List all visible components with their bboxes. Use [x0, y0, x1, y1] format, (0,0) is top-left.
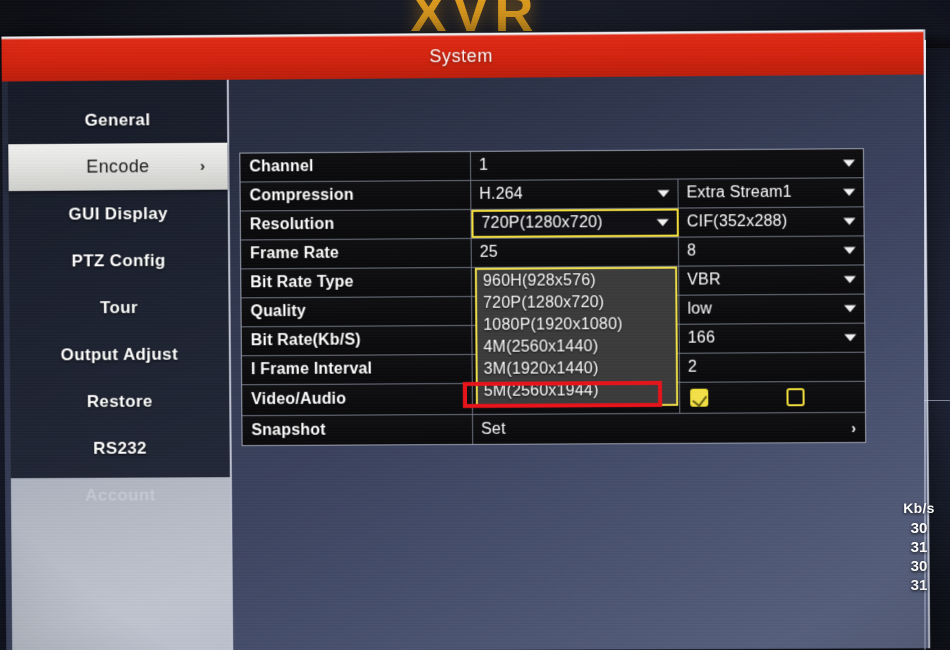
row-label: I Frame Interval — [241, 354, 473, 385]
chevron-down-icon — [844, 334, 857, 342]
system-dialog: System General Encode › GUI Display PTZ … — [1, 29, 931, 650]
chevron-down-icon — [843, 188, 856, 196]
i-frame-interval-extra-input[interactable]: 2 — [680, 353, 865, 382]
frame-rate-extra-select[interactable]: 8 — [679, 236, 864, 265]
dropdown-option-4m[interactable]: 4M(2560x1440) — [477, 336, 675, 359]
resolution-main-value: 720P(1280x720) — [481, 214, 603, 232]
quality-extra-value: low — [687, 300, 713, 318]
row-label: Frame Rate — [240, 238, 472, 269]
dialog-body: General Encode › GUI Display PTZ Config … — [1, 74, 929, 650]
dropdown-option-960h[interactable]: 960H(928x576) — [477, 270, 675, 293]
resolution-dropdown-list[interactable]: 960H(928x576) 720P(1280x720) 1080P(1920x… — [474, 266, 679, 407]
resolution-main-select[interactable]: 720P(1280x720) — [471, 208, 679, 238]
channel-select[interactable]: 1 — [471, 149, 863, 180]
snapshot-set-button[interactable]: Set › — [473, 413, 865, 444]
chevron-down-icon — [844, 305, 857, 313]
sidebar-item-label: General — [84, 109, 151, 130]
extra-stream-value: Extra Stream1 — [686, 183, 792, 202]
sidebar-item-label: PTZ Config — [71, 250, 166, 270]
quality-extra-select[interactable]: low — [679, 295, 864, 324]
sidebar-item-label: GUI Display — [68, 203, 168, 224]
bit-rate-extra-select[interactable]: 166 — [680, 324, 865, 353]
row-label: Bit Rate(Kb/S) — [241, 325, 473, 356]
frame-rate-extra-value: 8 — [686, 242, 697, 260]
chevron-down-icon — [843, 276, 856, 284]
video-audio-extra-cell — [680, 382, 865, 413]
sidebar-item-label: Encode — [86, 156, 150, 177]
row-label: Video/Audio — [242, 383, 473, 416]
sidebar-item-encode[interactable]: Encode › — [8, 142, 228, 192]
dropdown-option-720p[interactable]: 720P(1280x720) — [477, 292, 675, 315]
sidebar-item-general[interactable]: General — [8, 96, 227, 144]
sidebar-item-label: Tour — [99, 297, 138, 317]
checkbox-extra-audio[interactable] — [786, 388, 805, 407]
bit-rate-extra-value: 166 — [687, 329, 716, 347]
channel-value: 1 — [478, 156, 489, 174]
page-title: System — [429, 45, 494, 67]
bitrate-value: 31 — [910, 539, 928, 556]
i-frame-interval-extra-value: 2 — [687, 358, 698, 376]
compression-main-value: H.264 — [479, 185, 524, 203]
bitrate-value: 31 — [910, 577, 928, 594]
checkbox-extra-video[interactable] — [690, 388, 709, 407]
table-row-channel: Channel 1 — [240, 149, 864, 183]
sidebar-empty-area — [10, 477, 232, 650]
table-row-snapshot: Snapshot Set › — [242, 412, 866, 446]
compression-main-select[interactable]: H.264 — [471, 179, 679, 209]
snapshot-value: Set — [481, 420, 506, 438]
row-label: Channel — [240, 151, 472, 182]
row-label: Quality — [241, 296, 473, 327]
row-label: Bit Rate Type — [241, 267, 473, 298]
bitrate-value: 30 — [910, 520, 928, 537]
extra-stream-select[interactable]: Extra Stream1 — [678, 178, 863, 207]
dropdown-option-1080p[interactable]: 1080P(1920x1080) — [477, 314, 675, 337]
row-label: Snapshot — [242, 414, 474, 446]
frame-rate-main-value: 25 — [479, 243, 498, 261]
resolution-extra-value: CIF(352x288) — [686, 212, 788, 231]
chevron-down-icon — [657, 190, 670, 198]
screenshot-root: XVR System General Encode › GUI Display … — [0, 0, 950, 650]
table-row-resolution: Resolution 720P(1280x720) CIF(352x288) — [240, 207, 864, 241]
chevron-right-icon: › — [200, 157, 206, 175]
resolution-extra-select[interactable]: CIF(352x288) — [679, 207, 864, 236]
bitrate-value: 30 — [910, 558, 928, 575]
sidebar-item-label: RS232 — [93, 438, 148, 458]
chevron-down-icon — [656, 219, 669, 227]
chevron-down-icon — [843, 217, 856, 225]
bit-rate-type-extra-select[interactable]: VBR — [679, 265, 864, 294]
sidebar-list: General Encode › GUI Display PTZ Config … — [8, 80, 230, 519]
chevron-down-icon — [842, 159, 856, 167]
sidebar-item-tour[interactable]: Tour — [9, 283, 228, 331]
row-label: Resolution — [240, 209, 472, 240]
sidebar-item-output-adjust[interactable]: Output Adjust — [10, 330, 229, 378]
chevron-right-icon: › — [851, 419, 857, 436]
right-edge-divider-tick — [924, 400, 950, 401]
sidebar: General Encode › GUI Display PTZ Config … — [7, 79, 234, 650]
table-row-compression: Compression H.264 Extra Stream1 — [240, 178, 864, 212]
sidebar-item-label: Restore — [86, 391, 153, 411]
sidebar-item-ptz-config[interactable]: PTZ Config — [9, 237, 228, 285]
sidebar-item-restore[interactable]: Restore — [10, 377, 229, 425]
row-label: Compression — [240, 180, 472, 211]
sidebar-item-label: Output Adjust — [60, 344, 179, 364]
frame-rate-main-select[interactable]: 25 — [471, 237, 680, 267]
bit-rate-type-extra-value: VBR — [687, 271, 721, 289]
dialog-titlebar: System — [1, 29, 924, 82]
bitrate-title: Kb/s — [903, 500, 935, 516]
dropdown-option-5m[interactable]: 5M(2560x1944) — [478, 380, 676, 403]
chevron-down-icon — [843, 246, 856, 255]
sidebar-item-rs232[interactable]: RS232 — [10, 424, 229, 472]
dropdown-option-3m[interactable]: 3M(1920x1440) — [478, 358, 676, 381]
bitrate-status-panel: Kb/s 30 31 30 31 — [890, 500, 948, 595]
table-row-frame-rate: Frame Rate 25 8 — [240, 236, 864, 270]
sidebar-item-gui-display[interactable]: GUI Display — [9, 190, 228, 238]
